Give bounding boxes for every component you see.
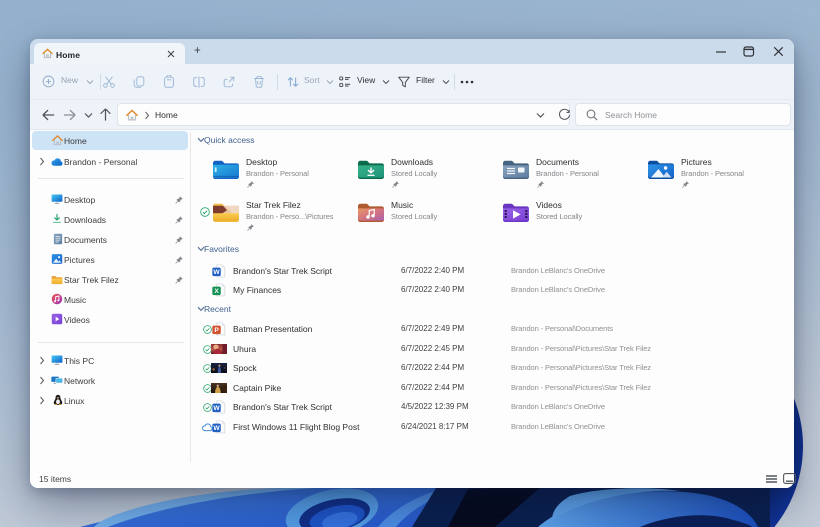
svg-text:X: X — [214, 288, 219, 295]
svg-text:W: W — [213, 405, 220, 412]
svg-text:P: P — [214, 327, 219, 334]
svg-text:W: W — [213, 425, 220, 432]
svg-text:W: W — [213, 269, 220, 276]
